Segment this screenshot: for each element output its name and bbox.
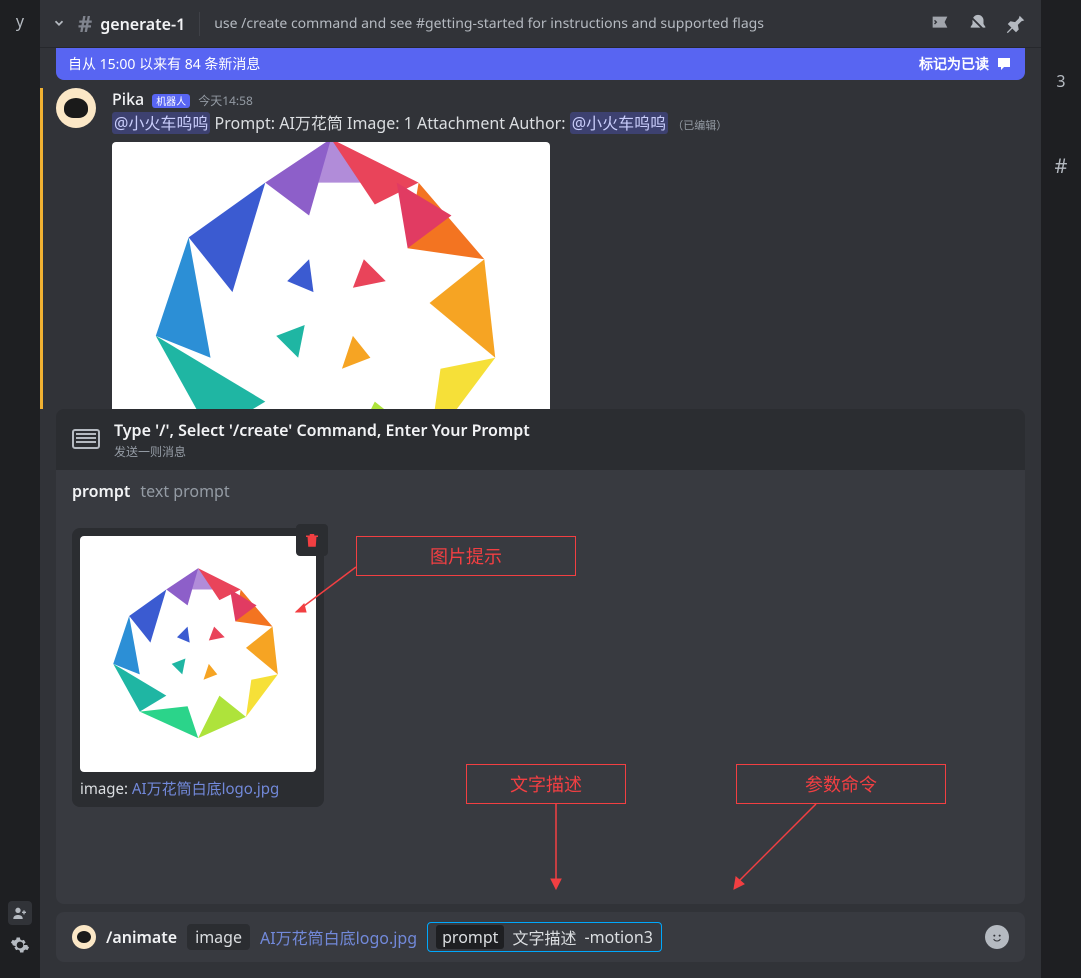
channel-topic[interactable]: use /create command and see #getting-sta…	[214, 14, 921, 33]
message-input-bar[interactable]: /animate image AI万花筒白底logo.jpg prompt 文字…	[56, 912, 1025, 962]
notification-mute-icon[interactable]	[967, 13, 989, 35]
message-item: Pika 机器人 今天14:58 @小火车呜呜 Prompt: AI万花筒 Im…	[40, 48, 1041, 409]
keyboard-icon	[72, 429, 100, 449]
message-area: 自从 15:00 以来有 84 条新消息 标记为已读 Pika 机器人 今天14…	[40, 48, 1041, 409]
attachment-image[interactable]	[112, 142, 550, 409]
channel-header: # generate-1 use /create command and see…	[40, 0, 1041, 48]
arrow-annotation	[286, 562, 366, 622]
main-column: # generate-1 use /create command and see…	[40, 0, 1041, 978]
hash-icon[interactable]: #	[1041, 152, 1081, 179]
reply-subtitle: 发送一则消息	[114, 443, 530, 460]
param-prompt-chip[interactable]: prompt 文字描述 -motion3	[427, 922, 662, 952]
username[interactable]: Pika	[112, 88, 144, 110]
right-sidebar: 3 #	[1041, 0, 1081, 978]
emoji-picker-button[interactable]	[985, 925, 1009, 949]
avatar[interactable]	[56, 88, 96, 128]
arrow-annotation	[536, 804, 576, 894]
threads-icon[interactable]	[929, 13, 951, 35]
prompt-key: prompt	[72, 480, 130, 502]
edited-tag: （已编辑）	[672, 118, 727, 133]
bot-tag: 机器人	[152, 94, 190, 108]
channel-name: generate-1	[100, 13, 185, 35]
annotation-text-desc: 文字描述	[466, 764, 626, 804]
bot-avatar-small	[72, 925, 96, 949]
hash-icon: #	[78, 9, 92, 39]
slash-command: /animate	[106, 926, 177, 948]
pin-icon[interactable]	[1005, 13, 1027, 35]
annotation-param-cmd: 参数命令	[736, 764, 946, 804]
left-sidebar: y	[0, 0, 40, 978]
message-content: @小火车呜呜 Prompt: AI万花筒 Image: 1 Attachment…	[112, 112, 1025, 134]
reply-title: Type '/', Select '/create' Command, Ente…	[114, 419, 530, 441]
mark-read-button[interactable]: 标记为已读	[919, 54, 1013, 74]
new-messages-bar[interactable]: 自从 15:00 以来有 84 条新消息 标记为已读	[56, 48, 1025, 80]
upload-filename: image: AI万花筒白底logo.jpg	[80, 778, 316, 799]
arrow-annotation	[726, 804, 826, 894]
param-image-value[interactable]: AI万花筒白底logo.jpg	[260, 925, 417, 949]
new-messages-text: 自从 15:00 以来有 84 条新消息	[68, 54, 260, 74]
upload-thumbnail[interactable]	[80, 536, 316, 772]
kaleidoscope-logo	[112, 142, 550, 409]
upload-area: image: AI万花筒白底logo.jpg 图片提示 文字描述 参数命令	[56, 512, 1025, 905]
chevron-down-icon[interactable]	[48, 13, 70, 35]
sidebar-top-letter: y	[16, 10, 24, 32]
delete-attachment-button[interactable]	[296, 524, 328, 556]
add-member-icon[interactable]	[8, 901, 32, 925]
annotation-image-hint: 图片提示	[356, 536, 576, 576]
prompt-hint-row: prompt text prompt	[56, 470, 1025, 512]
prompt-placeholder: text prompt	[140, 480, 229, 502]
param-image-key[interactable]: image	[187, 924, 250, 950]
mention[interactable]: @小火车呜呜	[570, 112, 668, 134]
reply-hint-bar: Type '/', Select '/create' Command, Ente…	[56, 409, 1025, 470]
right-count: 3	[1041, 70, 1081, 92]
timestamp: 今天14:58	[198, 92, 253, 109]
mention[interactable]: @小火车呜呜	[112, 112, 210, 134]
divider	[199, 12, 200, 36]
settings-icon[interactable]	[10, 935, 30, 960]
